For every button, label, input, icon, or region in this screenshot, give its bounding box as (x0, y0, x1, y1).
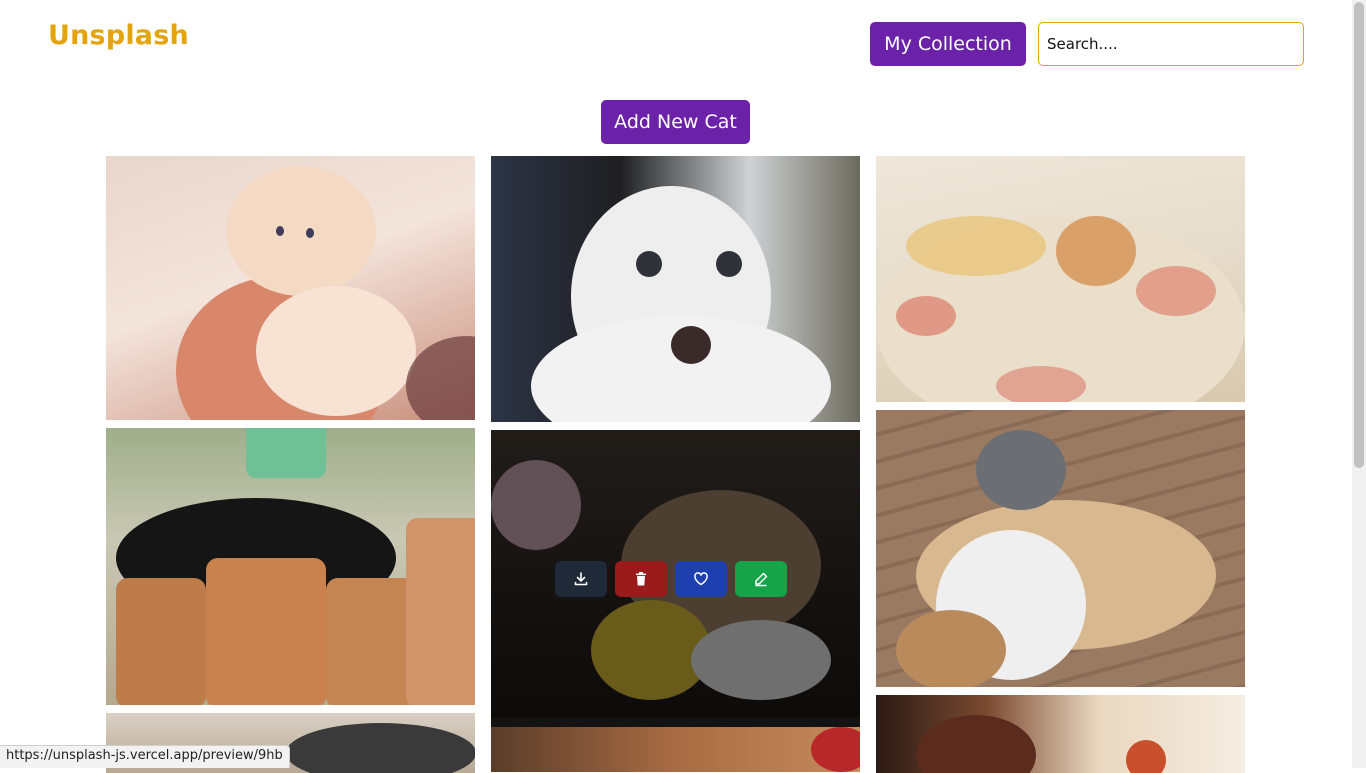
search-input[interactable] (1038, 22, 1304, 66)
gallery-image-cat-flowerpots[interactable] (106, 428, 475, 705)
download-icon (574, 572, 588, 586)
pencil-icon (755, 572, 768, 587)
gallery-image-kitten-blanket[interactable] (876, 156, 1245, 402)
delete-button[interactable] (615, 561, 667, 597)
gallery-image-kitten-hands[interactable] (106, 156, 475, 420)
header: Unsplash My Collection (0, 0, 1352, 90)
add-new-cat-button[interactable]: Add New Cat (601, 100, 750, 144)
my-collection-button[interactable]: My Collection (870, 22, 1026, 66)
image-action-bar (555, 561, 787, 597)
gallery-image-cat-basket-hovered[interactable] (491, 430, 860, 727)
like-button[interactable] (675, 561, 727, 597)
trash-icon (636, 572, 646, 586)
edit-button[interactable] (735, 561, 787, 597)
scrollbar-thumb[interactable] (1354, 2, 1364, 468)
gallery-image-surprised-cat[interactable] (491, 156, 860, 422)
heart-icon (694, 572, 708, 586)
status-link-preview: https://unsplash-js.vercel.app/preview/9… (0, 745, 290, 768)
gallery-image-cat-wood[interactable] (491, 727, 860, 772)
download-button[interactable] (555, 561, 607, 597)
gallery-image-cats-on-dog[interactable] (876, 410, 1245, 687)
brand-logo[interactable]: Unsplash (48, 20, 189, 51)
gallery-image-cat-bed[interactable] (876, 695, 1245, 773)
